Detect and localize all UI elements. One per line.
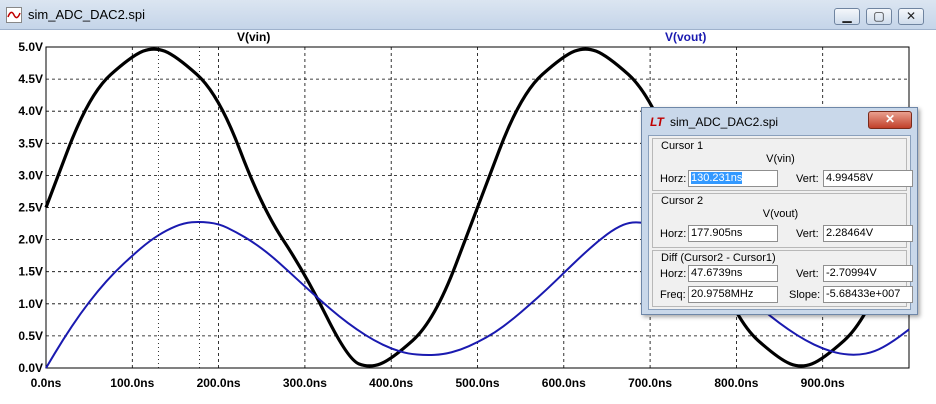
- diff-horz-field[interactable]: 47.6739ns: [688, 265, 778, 282]
- y-tick-label: 2.0V: [18, 233, 43, 247]
- y-tick-label: 5.0V: [18, 40, 43, 54]
- y-tick-label: 0.5V: [18, 329, 43, 343]
- x-tick-label: 600.0ns: [542, 376, 586, 390]
- diff-freq-field[interactable]: 20.9758MHz: [688, 286, 778, 303]
- diff-slope-field[interactable]: -5.68433e+007: [823, 286, 913, 303]
- diff-group: Diff (Cursor2 - Cursor1) Horz: 47.6739ns…: [652, 250, 913, 307]
- cursor2-group: Cursor 2 V(vout) Horz: 177.905ns Vert: 2…: [652, 193, 913, 248]
- x-tick-label: 0.0ns: [31, 376, 62, 390]
- x-tick-label: 200.0ns: [197, 376, 241, 390]
- close-button[interactable]: ✕: [898, 8, 924, 25]
- window-title: sim_ADC_DAC2.spi: [28, 7, 146, 22]
- cursor1-title: Cursor 1: [661, 140, 704, 152]
- y-tick-label: 2.5V: [18, 201, 43, 215]
- diff-title: Diff (Cursor2 - Cursor1): [661, 252, 776, 264]
- maximize-button[interactable]: ▢: [866, 8, 892, 25]
- cursor-dialog-titlebar[interactable]: LT sim_ADC_DAC2.spi ✕: [642, 108, 917, 134]
- diff-vert-field[interactable]: -2.70994V: [823, 265, 913, 282]
- ltspice-logo-icon: LT: [650, 115, 664, 129]
- diff-freq-label: Freq:: [660, 289, 686, 301]
- minimize-button[interactable]: ▁: [834, 8, 860, 25]
- y-tick-label: 0.0V: [18, 361, 43, 375]
- x-tick-label: 700.0ns: [628, 376, 672, 390]
- window-titlebar[interactable]: sim_ADC_DAC2.spi ▁ ▢ ✕: [0, 0, 936, 30]
- cursor2-vert-field[interactable]: 2.28464V: [823, 225, 913, 242]
- y-tick-label: 4.0V: [18, 104, 43, 118]
- x-tick-label: 300.0ns: [283, 376, 327, 390]
- waveform-icon: [6, 7, 22, 23]
- cursor1-horz-label: Horz:: [660, 173, 687, 185]
- y-tick-label: 3.5V: [18, 136, 43, 150]
- cursor2-title: Cursor 2: [661, 195, 704, 207]
- cursor1-horz-field[interactable]: 130.231ns: [688, 170, 778, 187]
- x-tick-label: 500.0ns: [455, 376, 499, 390]
- cursor1-group: Cursor 1 V(vin) Horz: 130.231ns Vert: 4.…: [652, 138, 913, 191]
- diff-vert-label: Vert:: [796, 268, 819, 280]
- cursor2-vert-label: Vert:: [796, 228, 819, 240]
- x-tick-label: 900.0ns: [801, 376, 845, 390]
- y-tick-label: 1.0V: [18, 297, 43, 311]
- cursor-dialog-body: Cursor 1 V(vin) Horz: 130.231ns Vert: 4.…: [648, 135, 913, 310]
- diff-horz-label: Horz:: [660, 268, 687, 280]
- cursor-dialog[interactable]: LT sim_ADC_DAC2.spi ✕ Cursor 1 V(vin) Ho…: [641, 107, 918, 315]
- x-tick-label: 800.0ns: [714, 376, 758, 390]
- cursor2-signal: V(vout): [762, 208, 799, 220]
- cursor1-vert-field[interactable]: 4.99458V: [823, 170, 913, 187]
- cursor2-horz-label: Horz:: [660, 228, 687, 240]
- y-tick-label: 1.5V: [18, 265, 43, 279]
- y-tick-label: 3.0V: [18, 168, 43, 182]
- cursor1-vert-label: Vert:: [796, 173, 819, 185]
- trace-label-vout[interactable]: V(vout): [665, 30, 706, 44]
- cursor-dialog-close-button[interactable]: ✕: [868, 111, 912, 129]
- trace-label-vin[interactable]: V(vin): [237, 30, 270, 44]
- cursor1-signal: V(vin): [766, 153, 795, 165]
- x-tick-label: 400.0ns: [369, 376, 413, 390]
- cursor-dialog-title: sim_ADC_DAC2.spi: [670, 115, 779, 129]
- diff-slope-label: Slope:: [789, 289, 821, 301]
- x-tick-label: 100.0ns: [110, 376, 154, 390]
- cursor2-horz-field[interactable]: 177.905ns: [688, 225, 778, 242]
- y-tick-label: 4.5V: [18, 72, 43, 86]
